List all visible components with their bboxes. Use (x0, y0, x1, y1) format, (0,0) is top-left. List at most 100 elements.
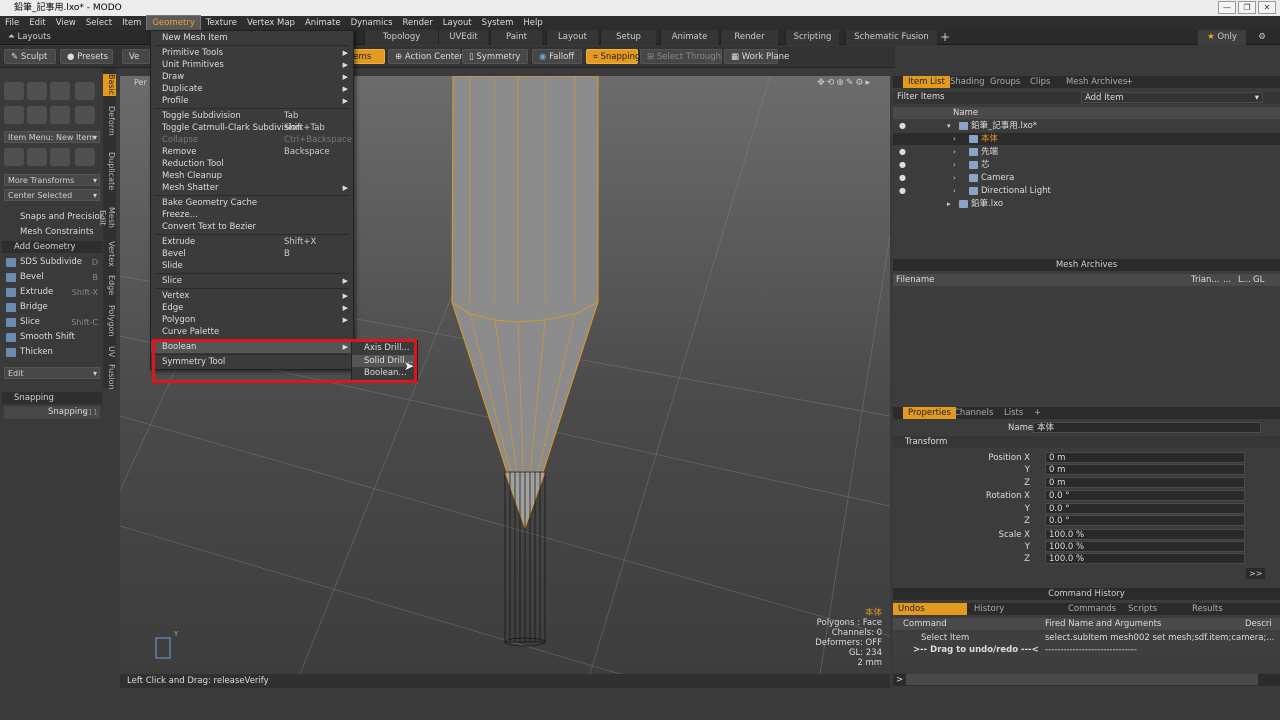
tab-commands[interactable]: Commands (1063, 603, 1121, 615)
edit-dropdown[interactable]: Edit ▾ (4, 367, 100, 379)
item-row[interactable]: ● › 先端 (893, 146, 1280, 158)
item-row[interactable]: › 本体 (893, 133, 1280, 145)
tool-extrude[interactable]: Extrude Shift-X (4, 286, 100, 299)
menu-item-freeze-[interactable]: Freeze... (151, 209, 353, 221)
tab-scripts[interactable]: Scripts (1123, 603, 1162, 615)
expand-icon[interactable]: ▸ (947, 198, 951, 210)
work-plane-button[interactable]: ▦ Work Plane (724, 49, 789, 64)
item-row[interactable]: ● ▾ 鉛筆_記事用.lxo* (893, 120, 1280, 132)
transform-icon[interactable] (75, 148, 95, 166)
select-through-button[interactable]: ⊞ Select Through (640, 49, 722, 64)
menu-item-unit-primitives[interactable]: Unit Primitives ▶ (151, 59, 353, 71)
sculpt-button[interactable]: ✎ Sculpt (4, 49, 56, 64)
menu-item-primitive-tools[interactable]: Primitive Tools ▶ (151, 47, 353, 59)
tab-schematic-fusion[interactable]: Schematic Fusion (845, 30, 937, 45)
menu-item-polygon[interactable]: Polygon ▶ (151, 314, 353, 326)
snapping-panel-button[interactable]: Snapping F11 (4, 406, 100, 419)
more-transforms-dropdown[interactable]: More Transforms ▾ (4, 174, 100, 186)
menu-dynamics[interactable]: Dynamics (346, 16, 398, 30)
tool-sds-subdivide[interactable]: SDS Subdivide D (4, 256, 100, 269)
menu-layout[interactable]: Layout (438, 16, 477, 30)
more-button[interactable]: >> (1246, 568, 1266, 579)
add-geometry-section[interactable]: Add Geometry (2, 241, 102, 253)
vtab-uv[interactable]: UV (103, 344, 116, 360)
transform-section[interactable]: Transform (893, 436, 1280, 448)
text-icon[interactable] (75, 106, 95, 124)
tool-bridge[interactable]: Bridge (4, 301, 100, 314)
action-center-button[interactable]: ⊕ Action Center (388, 49, 463, 64)
pencil-lead-mesh[interactable] (504, 471, 546, 647)
add-layout-button[interactable]: + (938, 30, 952, 45)
tab-clips[interactable]: Clips (1025, 76, 1055, 88)
tab--[interactable]: + (1029, 407, 1046, 419)
expand-icon[interactable]: › (953, 159, 956, 171)
tab-paint[interactable]: Paint (490, 30, 542, 45)
snapping-toggle[interactable]: ⌗ Snapping (586, 49, 640, 64)
transform-value-input[interactable]: 0 m (1045, 452, 1245, 463)
transform-value-input[interactable]: 0 m (1045, 464, 1245, 476)
menu-edit[interactable]: Edit (24, 16, 50, 30)
expand-icon[interactable]: › (953, 185, 956, 197)
menu-item-convert-text-to-bezier[interactable]: Convert Text to Bezier (151, 221, 353, 233)
tab-shading[interactable]: Shading (945, 76, 990, 88)
menu-item-toggle-subdivision[interactable]: Toggle Subdivision Tab (151, 110, 353, 122)
menu-item-bevel[interactable]: Bevel B (151, 248, 353, 260)
menu-item-draw[interactable]: Draw ▶ (151, 71, 353, 83)
transform-value-input[interactable]: 0.0 ° (1045, 515, 1245, 526)
menu-item-curve-palette[interactable]: Curve Palette (151, 326, 353, 338)
menu-item-duplicate[interactable]: Duplicate ▶ (151, 83, 353, 95)
vtab-polygon[interactable]: Polygon (103, 302, 116, 340)
menu-help[interactable]: Help (518, 16, 547, 30)
transform-value-input[interactable]: 0.0 ° (1045, 502, 1245, 514)
vertices-button[interactable]: Ve (122, 49, 150, 64)
command-input[interactable] (906, 674, 1258, 685)
menu-item-slice[interactable]: Slice ▶ (151, 275, 353, 287)
tool-bevel[interactable]: Bevel B (4, 271, 100, 284)
tab-results[interactable]: Results (1187, 603, 1228, 615)
menu-item[interactable]: Item (117, 16, 146, 30)
close-button[interactable]: ✕ (1258, 1, 1276, 14)
menu-item-slide[interactable]: Slide (151, 260, 353, 272)
cone-icon[interactable] (75, 82, 95, 100)
menu-geometry[interactable]: Geometry (146, 15, 201, 31)
history-row[interactable]: >-- Drag to undo/redo ---< --------------… (893, 644, 1280, 656)
name-input[interactable]: 本体 (1033, 422, 1261, 433)
menu-animate[interactable]: Animate (300, 16, 346, 30)
menu-render[interactable]: Render (398, 16, 438, 30)
item-row[interactable]: ● › Camera (893, 172, 1280, 184)
move-icon[interactable] (4, 148, 24, 166)
symmetry-button[interactable]: ▯ Symmetry (462, 49, 528, 64)
menu-item-profile[interactable]: Profile ▶ (151, 95, 353, 107)
item-menu-dropdown[interactable]: Item Menu: New Item ▾ (4, 131, 100, 143)
torus-icon[interactable] (4, 106, 24, 124)
gear-icon[interactable]: ⚙ (1255, 30, 1269, 45)
curve-icon[interactable] (50, 106, 70, 124)
menu-texture[interactable]: Texture (201, 16, 242, 30)
item-row[interactable]: ● › 芯 (893, 159, 1280, 171)
layouts-button[interactable]: ⏶ Layouts (8, 30, 68, 45)
scale-icon[interactable] (50, 148, 70, 166)
sphere-icon[interactable] (27, 82, 47, 100)
viewport-nav-icons[interactable]: ✥⟲⊕✎⚙▸ (817, 78, 872, 88)
filter-items-input[interactable]: Filter Items (894, 92, 1079, 103)
expand-icon[interactable]: ▾ (947, 120, 951, 132)
history-row[interactable]: Select Item select.subItem mesh002 set me… (893, 632, 1280, 644)
cube-icon[interactable] (4, 82, 24, 100)
menu-item-toggle-catmull-clark-subdivision[interactable]: Toggle Catmull-Clark Subdivision Shift+Ta… (151, 122, 353, 134)
expand-icon[interactable]: › (953, 146, 956, 158)
transform-value-input[interactable]: 100.0 % (1045, 553, 1245, 565)
presets-button[interactable]: ● Presets (60, 49, 113, 64)
only-toggle[interactable]: ★ Only (1198, 30, 1246, 45)
vtab-mesh-edit[interactable]: Mesh Edit (98, 200, 116, 236)
snapping-section[interactable]: Snapping (2, 392, 102, 404)
transform-value-input[interactable]: 0.0 ° (1045, 490, 1245, 502)
vtab-fusion[interactable]: Fusion (103, 364, 116, 390)
transform-value-input[interactable]: 100.0 % (1045, 528, 1245, 540)
menu-item-mesh-cleanup[interactable]: Mesh Cleanup (151, 170, 353, 182)
menu-item-reduction-tool[interactable]: Reduction Tool (151, 158, 353, 170)
tab-uvedit[interactable]: UVEdit (438, 30, 488, 45)
menu-system[interactable]: System (477, 16, 519, 30)
menu-item-mesh-shatter[interactable]: Mesh Shatter ▶ (151, 182, 353, 194)
transform-value-input[interactable]: 100.0 % (1045, 541, 1245, 553)
vtab-duplicate[interactable]: Duplicate (103, 146, 116, 196)
